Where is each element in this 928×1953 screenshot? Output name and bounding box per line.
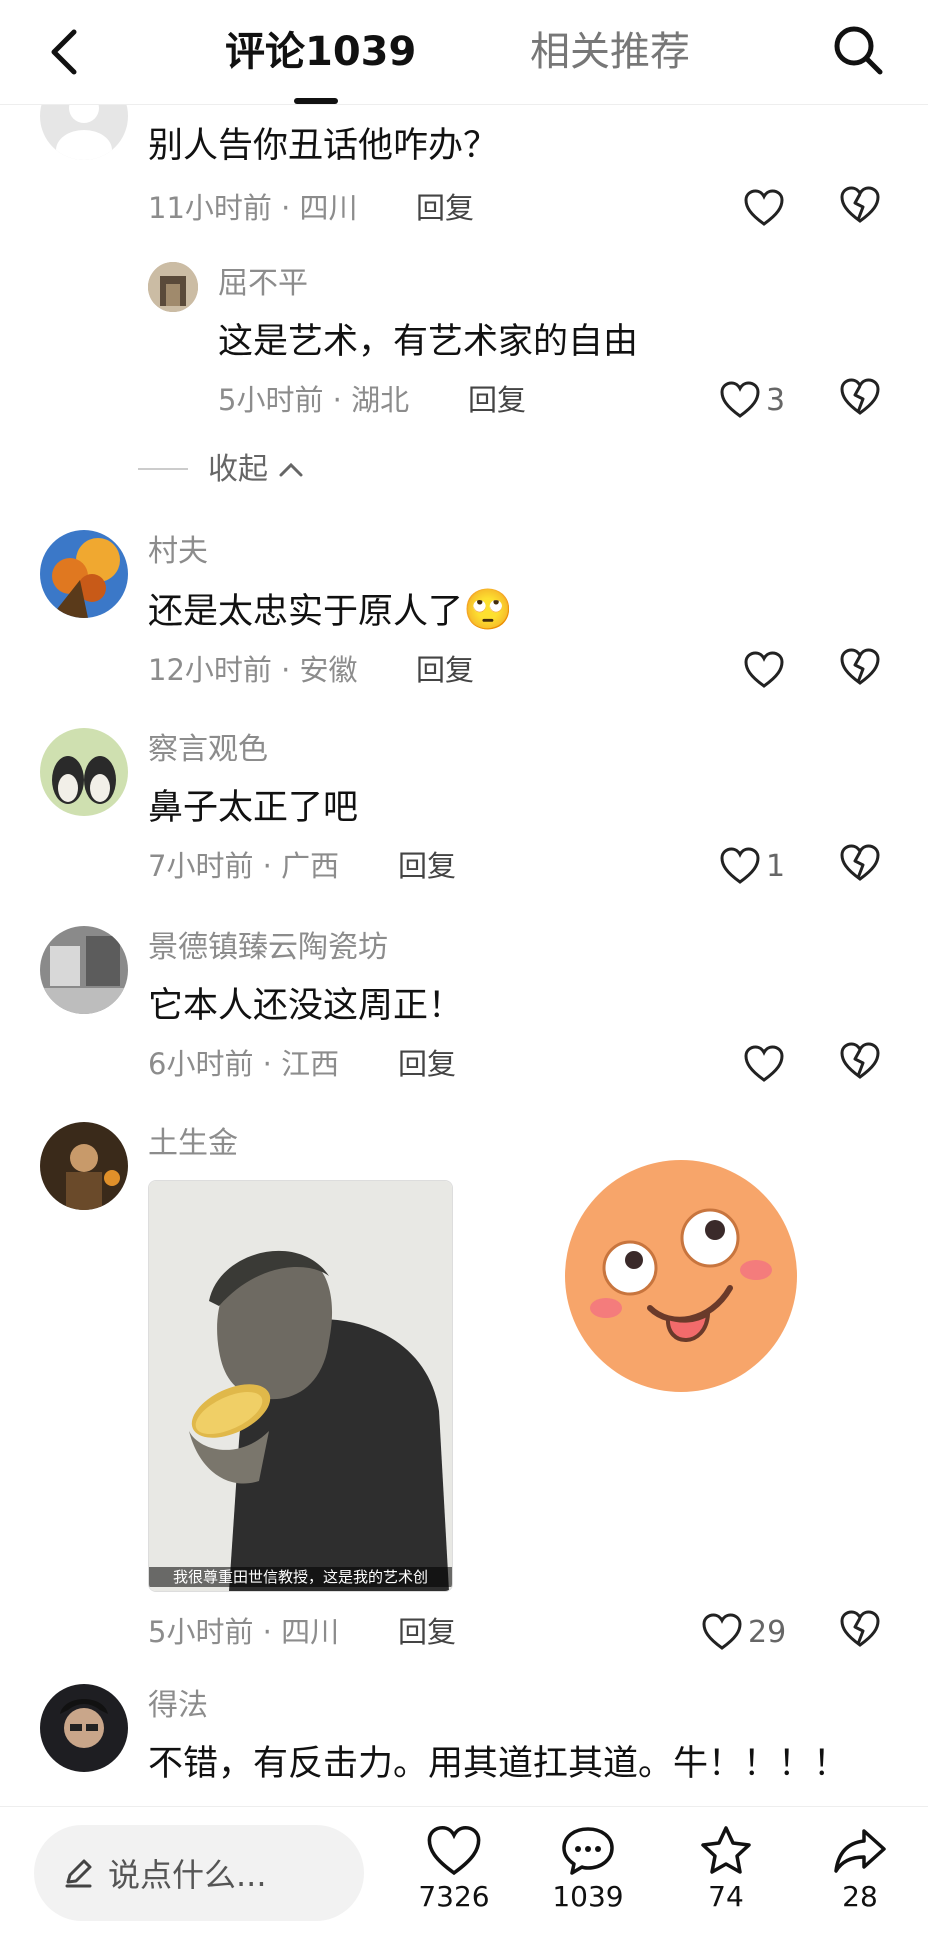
rolling-eyes-emoji: 🙄 <box>463 587 513 633</box>
avatar[interactable] <box>40 926 128 1014</box>
comment-input[interactable]: 说点什么... <box>34 1825 364 1921</box>
like-button[interactable] <box>744 1042 784 1086</box>
collapse-label: 收起 <box>208 452 268 487</box>
comment-text-body: 还是太忠实于原人了 <box>148 592 464 632</box>
heart-icon <box>720 847 760 884</box>
heart-icon <box>427 1825 481 1876</box>
heart-icon <box>702 1613 742 1650</box>
reply-button[interactable]: 回复 <box>416 650 474 690</box>
like-count: 29 <box>748 1614 787 1650</box>
comment-bubble-icon <box>562 1827 614 1875</box>
comment-text: 它本人还没这周正！ <box>148 986 464 1026</box>
heart-icon <box>744 1045 784 1082</box>
reply-button[interactable]: 回复 <box>398 1612 456 1652</box>
search-icon[interactable] <box>830 22 886 78</box>
tongue-out-face-sticker <box>560 1158 802 1394</box>
comment-text: 不错，有反击力。用其道扛其道。牛！！！！ <box>148 1744 849 1784</box>
top-bar: 评论1039 相关推荐 <box>0 0 928 105</box>
reply-username[interactable]: 屈不平 <box>218 264 308 304</box>
dislike-broken-heart-icon[interactable] <box>840 186 884 230</box>
pencil-icon <box>65 1859 92 1888</box>
favorite-post-count: 74 <box>708 1880 744 1913</box>
reply-button[interactable]: 回复 <box>398 846 456 886</box>
tab-related[interactable]: 相关推荐 <box>530 26 690 78</box>
heart-icon <box>744 651 784 688</box>
avatar[interactable] <box>40 728 128 816</box>
like-button[interactable]: 1 <box>720 844 785 888</box>
like-button[interactable]: 3 <box>720 378 785 422</box>
dislike-broken-heart-icon[interactable] <box>840 1042 884 1086</box>
reply-button[interactable]: 回复 <box>416 188 474 228</box>
reply-meta: 5小时前 · 湖北 <box>218 383 410 417</box>
comment-input-placeholder: 说点什么... <box>108 1856 267 1894</box>
comment-text: 鼻子太正了吧 <box>148 788 359 828</box>
like-button[interactable] <box>744 648 784 692</box>
divider <box>138 468 188 470</box>
avatar[interactable] <box>40 1122 128 1210</box>
comment-meta: 11小时前 · 四川 <box>148 191 358 225</box>
dislike-broken-heart-icon[interactable] <box>840 648 884 692</box>
star-icon <box>701 1826 751 1874</box>
like-count: 3 <box>766 382 786 418</box>
username[interactable]: 得法 <box>148 1686 208 1726</box>
tab-comments[interactable]: 评论1039 <box>225 26 416 78</box>
username[interactable]: 村夫 <box>148 532 208 572</box>
share-post-count: 28 <box>842 1880 878 1913</box>
comment-meta: 12小时前 · 安徽 <box>148 653 358 687</box>
comment-post-count: 1039 <box>552 1880 624 1913</box>
comment-meta: 6小时前 · 江西 <box>148 1047 340 1081</box>
username[interactable]: 景德镇臻云陶瓷坊 <box>148 928 388 968</box>
like-post-button[interactable]: 7326 <box>404 1825 504 1915</box>
avatar[interactable] <box>148 262 198 312</box>
photo-caption: 我很尊重田世信教授，这是我的艺术创 <box>149 1567 452 1587</box>
back-arrow-icon[interactable] <box>46 26 86 78</box>
reply-text: 这是艺术，有艺术家的自由 <box>218 322 639 362</box>
like-button[interactable] <box>744 186 784 230</box>
comment-text: 别人告你丑话他咋办？ <box>148 126 499 166</box>
chevron-up-icon <box>279 462 303 477</box>
like-button[interactable]: 29 <box>702 1610 786 1654</box>
share-post-button[interactable]: 28 <box>810 1825 910 1915</box>
heart-icon <box>720 381 760 418</box>
comment-meta: 5小时前 · 四川 <box>148 1615 340 1649</box>
scroll-fade <box>0 1790 928 1806</box>
dislike-broken-heart-icon[interactable] <box>840 844 884 888</box>
avatar[interactable] <box>40 1684 128 1772</box>
collapse-replies-button[interactable]: 收起 <box>208 450 306 490</box>
like-count: 1 <box>766 848 786 884</box>
comment-text: 还是太忠实于原人了🙄 <box>148 586 513 636</box>
dislike-broken-heart-icon[interactable] <box>840 1610 884 1654</box>
bottom-action-bar: 说点什么... 7326 1039 74 28 <box>0 1806 928 1953</box>
comment-photo[interactable]: 我很尊重田世信教授，这是我的艺术创 <box>148 1180 453 1592</box>
like-post-count: 7326 <box>418 1880 490 1913</box>
username[interactable]: 土生金 <box>148 1124 238 1164</box>
favorite-post-button[interactable]: 74 <box>676 1825 776 1915</box>
username[interactable]: 察言观色 <box>148 730 268 770</box>
comment-post-button[interactable]: 1039 <box>538 1825 638 1915</box>
reply-button[interactable]: 回复 <box>468 380 526 420</box>
comment-meta: 7小时前 · 广西 <box>148 849 340 883</box>
share-arrow-icon <box>834 1829 886 1873</box>
active-tab-indicator <box>294 98 338 104</box>
avatar[interactable] <box>40 530 128 618</box>
reply-button[interactable]: 回复 <box>398 1044 456 1084</box>
heart-icon <box>744 189 784 226</box>
dislike-broken-heart-icon[interactable] <box>840 378 884 422</box>
